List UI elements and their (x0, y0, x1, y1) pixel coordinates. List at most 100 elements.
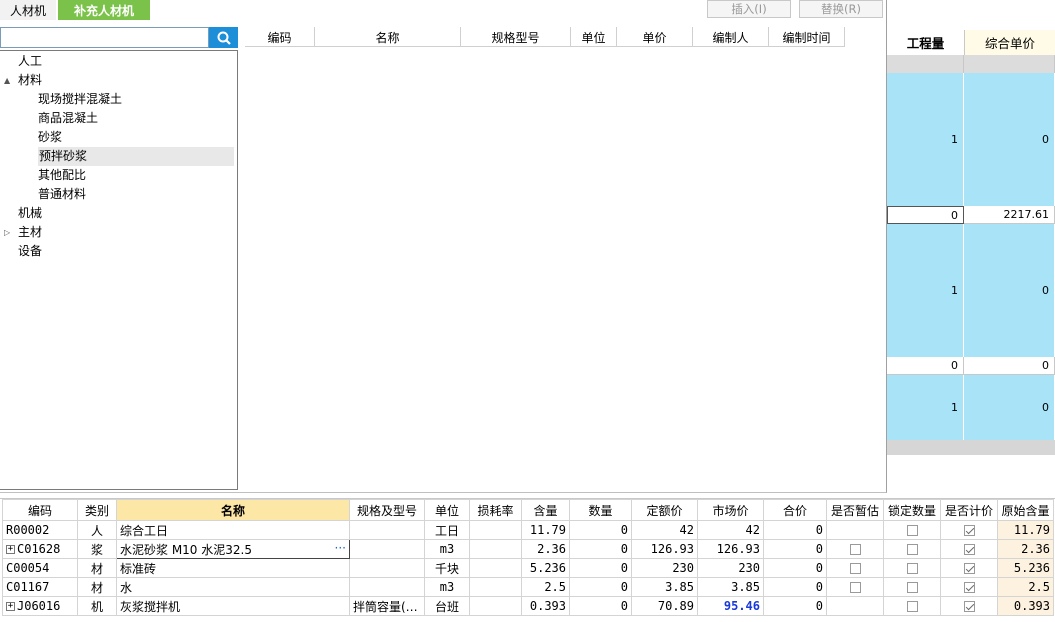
tab-supplement-materials[interactable]: 补充人材机 (58, 0, 150, 20)
market-price-cell[interactable]: 42 (697, 520, 764, 540)
background-cell[interactable]: 0 (964, 357, 1055, 375)
table-row[interactable]: R00002 人 综合工日 工日 11.79 0 42 42 0 11.79 (2, 520, 1054, 540)
background-cell[interactable]: 2217.61 (964, 206, 1055, 224)
code-cell[interactable]: + J06016 (2, 596, 78, 616)
background-cell[interactable]: 0 (964, 224, 1055, 357)
estimate-cell[interactable] (826, 520, 884, 540)
code-cell[interactable]: C01167 (2, 577, 78, 597)
priced-cell[interactable] (940, 539, 998, 559)
checkbox[interactable] (849, 544, 861, 555)
name-cell[interactable]: 标准砖 (116, 558, 350, 578)
market-price-cell[interactable]: 230 (697, 558, 764, 578)
table-row[interactable]: + C01628 浆 ··· 水泥砂浆 M10 水泥32.5 m3 2.36 0 126.93 1… (2, 539, 1054, 559)
checkbox[interactable] (963, 601, 975, 612)
original-content-cell[interactable]: 11.79 (997, 520, 1054, 540)
column-header[interactable]: 含量 (521, 499, 570, 521)
estimate-cell[interactable] (826, 577, 884, 597)
checkbox[interactable] (849, 582, 861, 593)
list-column-header[interactable]: 单位 (571, 27, 617, 47)
quota-price-cell[interactable]: 70.89 (631, 596, 698, 616)
name-cell[interactable]: 灰浆搅拌机 (116, 596, 350, 616)
tree-node[interactable]: 现场搅拌混凝土 (38, 90, 122, 109)
search-input[interactable] (0, 27, 209, 48)
code-cell[interactable]: R00002 (2, 520, 78, 540)
name-cell[interactable]: ··· 水泥砂浆 M10 水泥32.5 (116, 539, 350, 559)
type-cell[interactable]: 材 (77, 558, 117, 578)
original-content-cell[interactable]: 5.236 (997, 558, 1054, 578)
column-header[interactable]: 原始含量 (997, 499, 1054, 521)
lock-quantity-cell[interactable] (883, 539, 941, 559)
quantity-cell[interactable]: 0 (569, 577, 632, 597)
tree-node[interactable]: 商品混凝土 (38, 109, 98, 128)
background-cell[interactable]: 1 (887, 224, 964, 357)
insert-button[interactable]: 插入(I) (707, 0, 791, 18)
total-price-cell[interactable]: 0 (763, 577, 827, 597)
tree-node[interactable]: 预拌砂浆 (38, 147, 234, 166)
code-cell[interactable]: C00054 (2, 558, 78, 578)
quota-price-cell[interactable]: 3.85 (631, 577, 698, 597)
name-cell[interactable]: 水 (116, 577, 350, 597)
priced-cell[interactable] (940, 596, 998, 616)
estimate-cell[interactable] (826, 558, 884, 578)
type-cell[interactable]: 人 (77, 520, 117, 540)
lock-quantity-cell[interactable] (883, 596, 941, 616)
lock-quantity-cell[interactable] (883, 558, 941, 578)
original-content-cell[interactable]: 2.36 (997, 539, 1054, 559)
spec-cell[interactable] (349, 520, 425, 540)
spec-cell[interactable] (349, 577, 425, 597)
market-price-cell[interactable]: 95.46 (697, 596, 764, 616)
code-cell[interactable]: + C01628 (2, 539, 78, 559)
expand-plus-icon[interactable]: + (6, 602, 15, 611)
table-row[interactable]: C00054 材 标准砖 千块 5.236 0 230 230 0 5.236 (2, 558, 1054, 578)
content-cell[interactable]: 0.393 (521, 596, 570, 616)
checkbox[interactable] (906, 525, 918, 536)
list-column-header[interactable]: 编制时间 (769, 27, 845, 47)
loss-rate-cell[interactable] (469, 520, 522, 540)
background-cell[interactable]: 0 (887, 206, 964, 224)
tree-node[interactable]: 材料 (18, 71, 42, 90)
total-price-cell[interactable]: 0 (763, 558, 827, 578)
checkbox[interactable] (963, 582, 975, 593)
column-header[interactable]: 单位 (424, 499, 470, 521)
content-cell[interactable]: 2.5 (521, 577, 570, 597)
checkbox[interactable] (963, 525, 975, 536)
original-content-cell[interactable]: 2.5 (997, 577, 1054, 597)
tree-node[interactable]: 普通材料 (38, 185, 86, 204)
lock-quantity-cell[interactable] (883, 577, 941, 597)
expand-plus-icon[interactable]: + (6, 545, 15, 554)
checkbox[interactable] (906, 582, 918, 593)
tree-node[interactable]: 主材 (18, 223, 42, 242)
list-column-header[interactable]: 规格型号 (461, 27, 571, 47)
search-button[interactable] (209, 27, 238, 48)
spec-cell[interactable] (349, 558, 425, 578)
collapse-icon[interactable]: ▲ (4, 76, 10, 85)
loss-rate-cell[interactable] (469, 539, 522, 559)
priced-cell[interactable] (940, 558, 998, 578)
content-cell[interactable]: 11.79 (521, 520, 570, 540)
list-column-header[interactable]: 单价 (617, 27, 693, 47)
estimate-cell[interactable] (826, 539, 884, 559)
replace-button[interactable]: 替换(R) (799, 0, 883, 18)
checkbox[interactable] (906, 563, 918, 574)
estimate-cell[interactable] (826, 596, 884, 616)
column-header[interactable]: 市场价 (697, 499, 764, 521)
quota-price-cell[interactable]: 42 (631, 520, 698, 540)
name-cell[interactable]: 综合工日 (116, 520, 350, 540)
original-content-cell[interactable]: 0.393 (997, 596, 1054, 616)
quantity-cell[interactable]: 0 (569, 539, 632, 559)
lock-quantity-cell[interactable] (883, 520, 941, 540)
list-column-header[interactable]: 编码 (245, 27, 315, 47)
column-header[interactable]: 损耗率 (469, 499, 522, 521)
loss-rate-cell[interactable] (469, 577, 522, 597)
quota-price-cell[interactable]: 230 (631, 558, 698, 578)
checkbox[interactable] (963, 563, 975, 574)
column-header[interactable]: 是否计价 (940, 499, 998, 521)
quantity-cell[interactable]: 0 (569, 558, 632, 578)
column-header[interactable]: 锁定数量 (883, 499, 941, 521)
total-price-cell[interactable]: 0 (763, 596, 827, 616)
column-header[interactable]: 编码 (2, 499, 78, 521)
unit-cell[interactable]: 千块 (424, 558, 470, 578)
list-column-header[interactable]: 名称 (315, 27, 461, 47)
type-cell[interactable]: 材 (77, 577, 117, 597)
spec-cell[interactable] (349, 539, 425, 559)
